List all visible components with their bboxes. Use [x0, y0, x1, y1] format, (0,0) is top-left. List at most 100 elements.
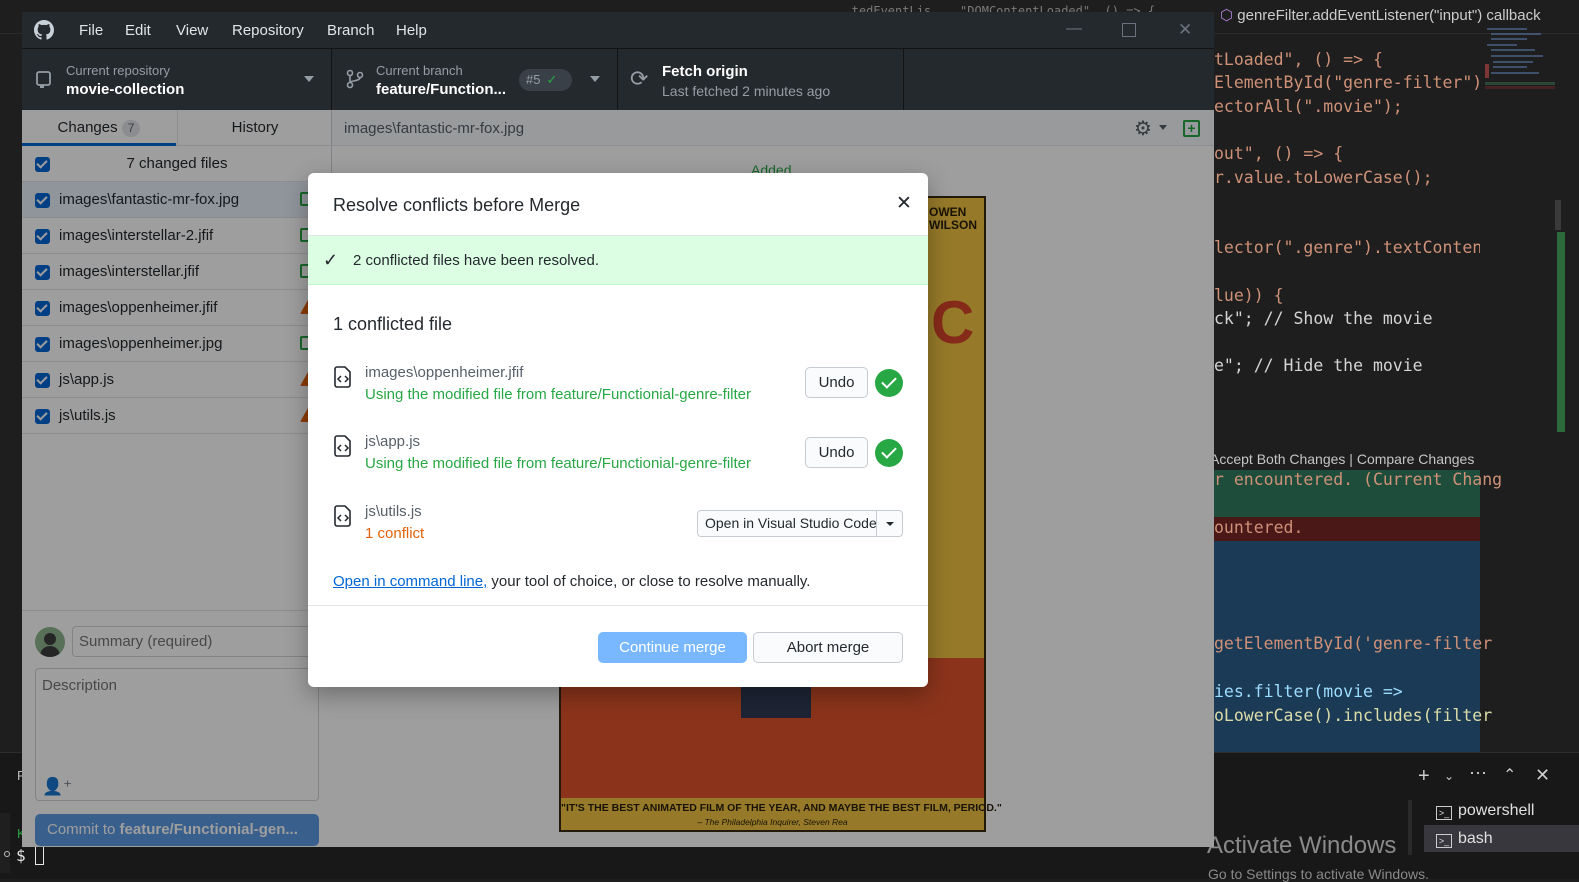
- undo-button[interactable]: Undo: [805, 437, 868, 468]
- check-icon: ✓: [323, 250, 339, 270]
- conflict-file-status: Using the modified file from feature/Fun…: [365, 386, 752, 403]
- conflict-file-row: js\app.js Using the modified file from f…: [333, 433, 903, 483]
- close-window-icon[interactable]: ✕: [1178, 20, 1192, 40]
- conflict-file-path: js\app.js: [365, 433, 421, 450]
- terminal-tabs-divider: [1408, 800, 1412, 855]
- continue-merge-button[interactable]: Continue merge: [598, 632, 747, 663]
- open-dropdown-toggle[interactable]: [876, 511, 902, 536]
- open-in-vscode-label: Open in Visual Studio Code: [705, 515, 877, 531]
- conflict-file-path: images\oppenheimer.jfif: [365, 364, 524, 381]
- terminal-icon: >_: [1436, 834, 1452, 848]
- terminal-prompt: $: [16, 846, 26, 865]
- scrollbar-thumb[interactable]: [1555, 200, 1561, 230]
- chevron-down-icon[interactable]: ⌄: [1444, 769, 1454, 783]
- minimize-icon[interactable]: —: [1066, 20, 1082, 38]
- dropdown-caret-icon: [590, 76, 600, 82]
- codelens-actions[interactable]: Accept Both Changes | Compare Changes: [1210, 451, 1474, 467]
- code-file-icon: [334, 366, 351, 388]
- minimap[interactable]: [1485, 26, 1555, 126]
- code-line: lector(".genre").textContent: [1214, 238, 1480, 257]
- dialog-header: Resolve conflicts before Merge ✕: [308, 173, 928, 236]
- terminal-cursor: [35, 846, 44, 865]
- menu-branch[interactable]: Branch: [327, 22, 375, 39]
- resolved-check-icon: [875, 369, 903, 397]
- breadcrumb[interactable]: ⬡ genreFilter.addEventListener("input") …: [1220, 6, 1541, 24]
- current-branch-button[interactable]: Current branch feature/Function... #5 ✓: [332, 49, 618, 111]
- help-rest: your tool of choice, or close to resolve…: [487, 573, 811, 590]
- branch-label: Current branch: [376, 63, 463, 78]
- terminal-tab-powershell[interactable]: >_ powershell: [1424, 797, 1579, 824]
- code-line: lue)) {: [1214, 286, 1284, 305]
- dialog-footer: Continue merge Abort merge: [308, 605, 928, 687]
- toolbar: Current repository movie-collection Curr…: [22, 48, 1214, 111]
- open-command-line-link[interactable]: Open in command line,: [333, 573, 487, 590]
- repo-name: movie-collection: [66, 81, 185, 98]
- code-line: ectorAll(".movie");: [1214, 97, 1403, 116]
- current-change-block: r encountered. (Current Chang: [1214, 470, 1502, 517]
- fetch-origin-button[interactable]: ⟳ Fetch origin Last fetched 2 minutes ag…: [618, 49, 904, 111]
- code-line: r.value.toLowerCase();: [1214, 168, 1433, 187]
- code-line: out", () => {: [1214, 144, 1344, 163]
- banner-text: 2 conflicted files have been resolved.: [353, 252, 599, 269]
- terminal-tab-bash[interactable]: >_ bash: [1424, 825, 1579, 852]
- repo-label: Current repository: [66, 63, 171, 78]
- abort-merge-button[interactable]: Abort merge: [753, 632, 903, 663]
- fetch-title: Fetch origin: [662, 63, 748, 80]
- code-line: ck"; // Show the movie: [1214, 309, 1433, 328]
- fetch-sub: Last fetched 2 minutes ago: [662, 83, 831, 99]
- current-repository-button[interactable]: Current repository movie-collection: [22, 49, 332, 111]
- breadcrumb-label: genreFilter.addEventListener("input") ca…: [1237, 7, 1541, 24]
- add-terminal-icon[interactable]: +: [1418, 765, 1430, 788]
- current-change-text: r encountered. (Current Chang: [1214, 470, 1503, 489]
- repo-icon: [36, 71, 51, 88]
- menu-edit[interactable]: Edit: [125, 22, 151, 39]
- code-editor[interactable]: tLoaded", () => { ElementById("genre-filt…: [1214, 46, 1480, 406]
- menu-help[interactable]: Help: [396, 22, 427, 39]
- conflict-file-path: js\utils.js: [365, 503, 422, 520]
- resolved-banner: ✓ 2 conflicted files have been resolved.: [308, 236, 928, 285]
- conflicts-heading: 1 conflicted file: [333, 314, 453, 334]
- menu-file[interactable]: File: [79, 22, 103, 39]
- pr-badge[interactable]: #5 ✓: [519, 69, 572, 91]
- code-line: e"; // Hide the movie: [1214, 356, 1423, 375]
- maximize-icon[interactable]: [1122, 23, 1136, 37]
- close-icon[interactable]: ✕: [896, 192, 912, 215]
- incoming-line: ies.filter(movie =>: [1214, 682, 1403, 701]
- close-panel-icon[interactable]: ✕: [1535, 765, 1550, 786]
- status-circle-icon: [4, 851, 10, 857]
- open-in-vscode-button[interactable]: Open in Visual Studio Code: [697, 510, 903, 537]
- code-line: ElementById("genre-filter");: [1214, 73, 1480, 92]
- maximize-panel-icon[interactable]: ⌃: [1503, 765, 1516, 785]
- terminal-tab-label: powershell: [1458, 802, 1535, 819]
- incoming-change-block: ountered.: [1214, 517, 1480, 541]
- resolve-conflicts-dialog: Resolve conflicts before Merge ✕ ✓ 2 con…: [308, 173, 928, 687]
- activate-windows-sub: Go to Settings to activate Windows.: [1208, 866, 1429, 882]
- title-bar: File Edit View Repository Branch Help — …: [22, 12, 1214, 48]
- check-icon: ✓: [546, 72, 558, 87]
- undo-button[interactable]: Undo: [805, 367, 868, 398]
- cube-icon: ⬡: [1220, 7, 1234, 24]
- conflict-file-row: images\oppenheimer.jfif Using the modifi…: [333, 364, 903, 414]
- activate-windows-watermark: Activate Windows: [1207, 832, 1397, 859]
- conflict-file-row: js\utils.js 1 conflict Open in Visual St…: [333, 503, 903, 553]
- branch-name: feature/Function...: [376, 81, 507, 98]
- code-file-icon: [334, 505, 351, 527]
- more-icon[interactable]: ⋯: [1469, 763, 1487, 784]
- sync-icon: ⟳: [630, 66, 649, 91]
- resolved-check-icon: [875, 439, 903, 467]
- github-logo-icon: [34, 20, 54, 40]
- code-file-icon: [334, 435, 351, 457]
- menu-repository[interactable]: Repository: [232, 22, 304, 39]
- menu-view[interactable]: View: [176, 22, 208, 39]
- code-line: tLoaded", () => {: [1214, 50, 1383, 69]
- branch-icon: [346, 69, 364, 89]
- dropdown-caret-icon: [304, 76, 314, 82]
- chevron-down-icon: [886, 522, 894, 526]
- conflict-count: 1 conflict: [365, 525, 425, 542]
- incoming-line: oLowerCase().includes(filter: [1214, 706, 1493, 725]
- help-text: Open in command line, your tool of choic…: [333, 573, 810, 590]
- dialog-title: Resolve conflicts before Merge: [333, 195, 581, 215]
- terminal-gutter: [0, 813, 10, 873]
- conflict-file-status: Using the modified file from feature/Fun…: [365, 455, 752, 472]
- incoming-change-text: ountered.: [1214, 518, 1304, 537]
